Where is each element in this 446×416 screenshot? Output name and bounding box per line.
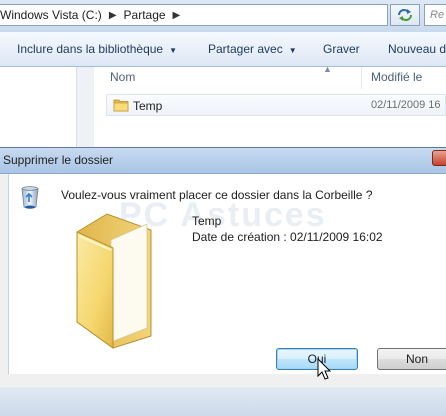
recycle-bin-icon — [21, 186, 39, 209]
folder-icon — [76, 213, 152, 349]
folder-name: Temp — [192, 214, 222, 228]
delete-folder-dialog: Supprimer le dossier PC Astuces Voulez-v… — [0, 147, 446, 387]
dialog-title-bar[interactable]: Supprimer le dossier — [0, 148, 446, 174]
search-input[interactable]: Re — [424, 4, 446, 26]
dialog-body: PC Astuces Voulez-vous vraiment placer c… — [8, 174, 446, 374]
include-in-library-label: Inclure dans la bibliothèque — [17, 42, 164, 56]
window-bottom-edge — [0, 387, 446, 416]
dropdown-arrow-icon: ▼ — [288, 46, 297, 55]
column-name[interactable]: Nom — [110, 70, 135, 84]
file-date: 02/11/2009 16 — [371, 99, 441, 111]
no-button[interactable]: Non — [377, 348, 446, 370]
refresh-button[interactable] — [390, 4, 420, 26]
share-with-button[interactable]: Partager avec ▼ — [208, 42, 297, 56]
address-bar: Windows Vista (C:) ▶ Partage ▶ Re — [0, 0, 446, 32]
folder-creation-date: Date de création : 02/11/2009 16:02 — [192, 230, 383, 244]
sort-arrow-icon: ▲ — [323, 64, 332, 74]
close-button[interactable] — [432, 150, 446, 166]
breadcrumb-chevron-icon[interactable]: ▶ — [173, 10, 181, 21]
folder-icon — [113, 99, 129, 112]
navigation-pane[interactable] — [0, 67, 78, 147]
burn-button[interactable]: Graver — [323, 42, 360, 56]
new-folder-button[interactable]: Nouveau d — [388, 42, 446, 56]
address-box[interactable]: Windows Vista (C:) ▶ Partage ▶ — [0, 4, 388, 26]
refresh-icon — [398, 9, 412, 21]
column-divider[interactable] — [361, 67, 362, 89]
dialog-title: Supprimer le dossier — [3, 153, 114, 167]
file-row[interactable]: Temp 02/11/2009 16 — [106, 94, 446, 116]
navigation-scrollbar[interactable] — [76, 67, 94, 147]
column-header: Nom ▲ Modifié le — [95, 64, 446, 89]
breadcrumb-chevron-icon[interactable]: ▶ — [109, 10, 117, 21]
dropdown-arrow-icon: ▼ — [169, 46, 178, 55]
breadcrumb-folder[interactable]: Partage — [124, 8, 166, 22]
mouse-cursor-icon — [317, 358, 332, 380]
column-date-modified[interactable]: Modifié le — [371, 70, 422, 84]
breadcrumb-drive[interactable]: Windows Vista (C:) — [0, 8, 102, 22]
confirmation-question: Voulez-vous vraiment placer ce dossier d… — [61, 188, 373, 202]
file-name: Temp — [133, 99, 163, 113]
include-in-library-button[interactable]: Inclure dans la bibliothèque ▼ — [17, 42, 177, 56]
command-bar: Inclure dans la bibliothèque ▼ Partager a… — [0, 32, 446, 67]
share-with-label: Partager avec — [208, 42, 283, 56]
